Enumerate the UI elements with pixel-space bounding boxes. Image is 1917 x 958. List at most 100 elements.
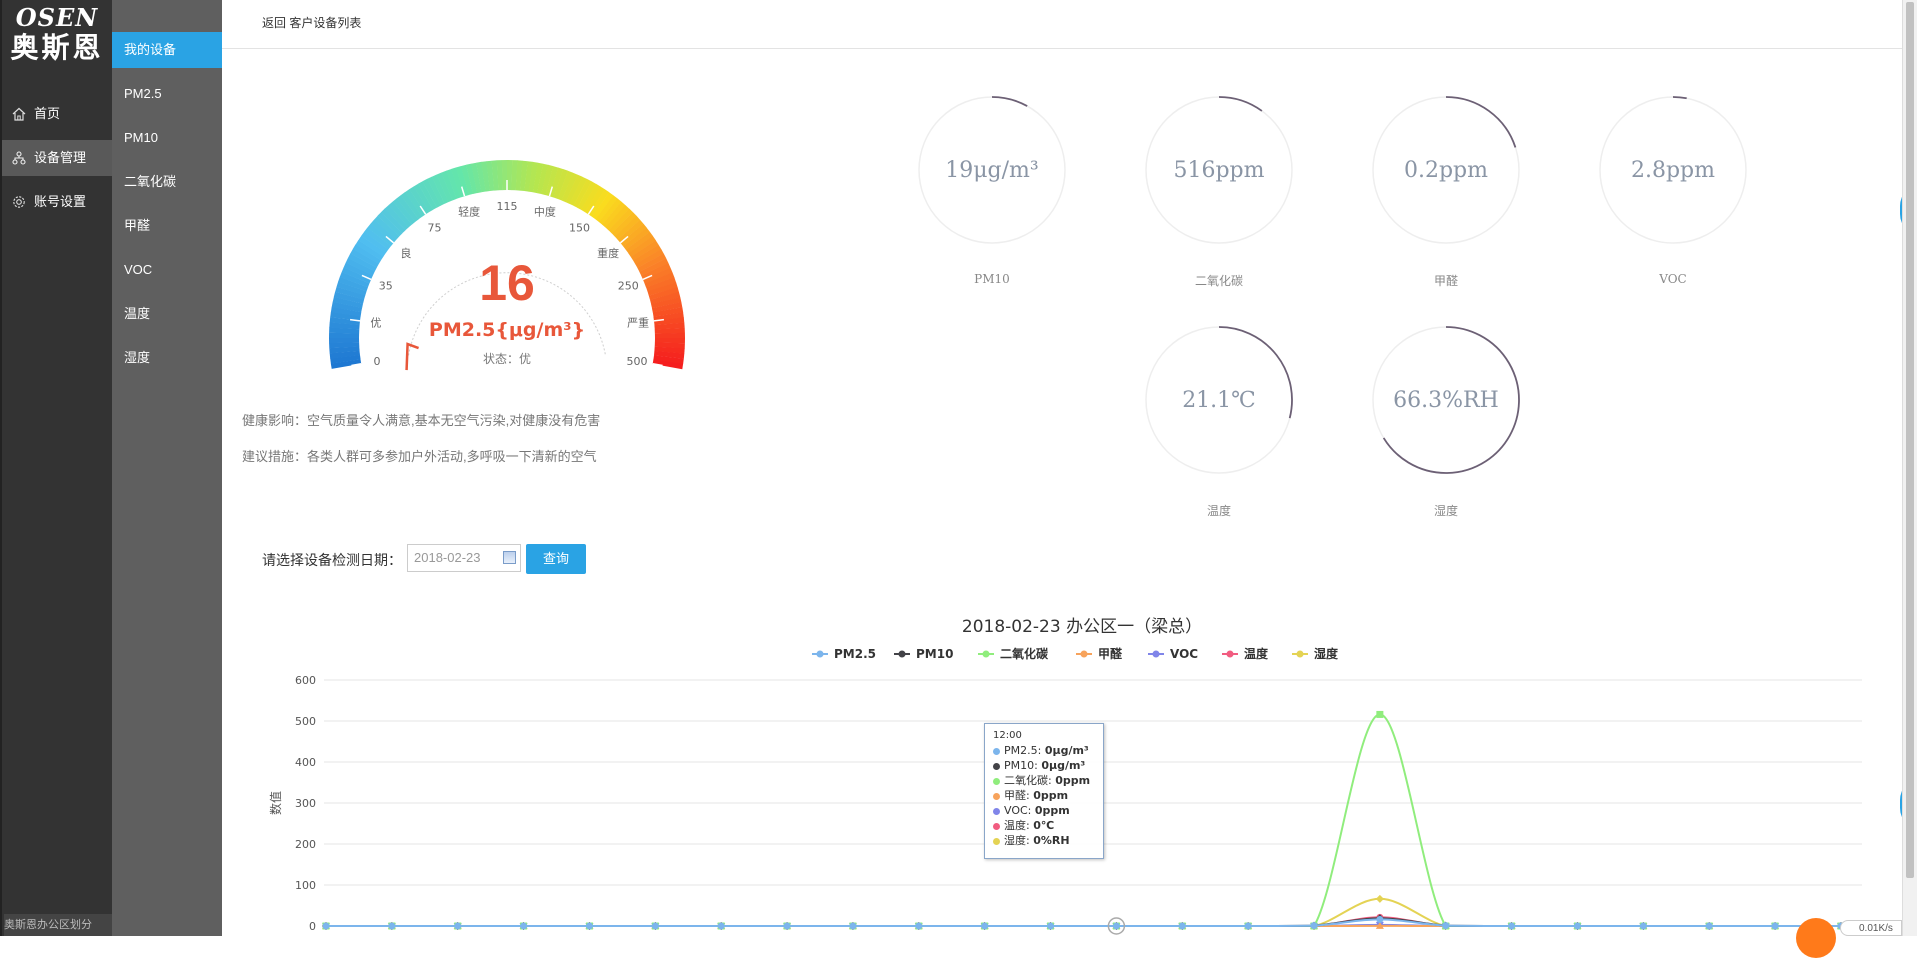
date-input[interactable]: 2018-02-23 xyxy=(407,544,521,572)
vertical-scrollbar[interactable] xyxy=(1902,0,1917,936)
legend-item[interactable]: VOC xyxy=(1148,647,1198,661)
nav-item-account-settings[interactable]: 账号设置 xyxy=(2,184,112,220)
y-tick-label: 500 xyxy=(295,715,316,728)
legend-label: PM10 xyxy=(916,647,953,661)
gear-icon xyxy=(12,195,26,209)
data-point[interactable] xyxy=(1376,916,1383,923)
network-speed-ball[interactable] xyxy=(1796,918,1836,958)
legend-item[interactable]: 湿度 xyxy=(1292,646,1339,661)
query-button[interactable]: 查询 xyxy=(526,544,586,574)
data-point[interactable] xyxy=(915,923,922,930)
subnav-item-temperature[interactable]: 温度 xyxy=(112,296,222,332)
data-point[interactable] xyxy=(718,923,725,930)
data-point[interactable] xyxy=(1772,923,1779,930)
legend-item[interactable]: PM2.5 xyxy=(812,647,876,661)
series-dot-icon xyxy=(993,838,1000,845)
data-point[interactable] xyxy=(1706,923,1713,930)
nav-label: 首页 xyxy=(34,96,60,132)
back-link[interactable]: 返回 xyxy=(262,16,286,30)
legend-marker xyxy=(1081,651,1088,658)
secondary-sidebar: 我的设备 PM2.5 PM10 二氧化碳 甲醛 VOC 温度 湿度 xyxy=(112,0,222,936)
calendar-icon[interactable] xyxy=(503,551,516,564)
legend-label: VOC xyxy=(1170,647,1198,661)
breadcrumb-current[interactable]: 客户设备列表 xyxy=(289,16,361,30)
tooltip-series-name: PM10: xyxy=(1004,759,1041,772)
tooltip-series-value: 0℃ xyxy=(1033,819,1054,832)
y-tick-label: 100 xyxy=(295,879,316,892)
gauge-tick-label: 500 xyxy=(626,355,647,368)
legend-item[interactable]: 二氧化碳 xyxy=(978,646,1049,661)
data-point[interactable] xyxy=(520,923,527,930)
ring-progress-arc xyxy=(1446,97,1515,147)
legend-item[interactable]: PM10 xyxy=(894,647,953,661)
subnav-item-humidity[interactable]: 湿度 xyxy=(112,340,222,376)
gauge-tick-label: 115 xyxy=(497,200,518,213)
ring-progress-arc xyxy=(992,97,1027,106)
date-query-label: 请选择设备检测日期： xyxy=(262,550,402,570)
data-point[interactable] xyxy=(1442,922,1449,929)
legend-label: PM2.5 xyxy=(834,647,876,661)
nav-label: 设备管理 xyxy=(34,140,86,176)
subnav-item-voc[interactable]: VOC xyxy=(112,252,222,288)
data-point[interactable] xyxy=(981,923,988,930)
data-point[interactable] xyxy=(1376,711,1383,718)
data-point[interactable] xyxy=(784,923,791,930)
chart-title: 2018-02-23 办公区一（梁总） xyxy=(962,617,1202,637)
gauge-value: 16 xyxy=(479,255,535,311)
brand-logo: OSEN 奥斯恩 xyxy=(2,0,112,78)
data-point[interactable] xyxy=(849,923,856,930)
nav-item-device-management[interactable]: 设备管理 xyxy=(2,140,112,176)
data-point[interactable] xyxy=(323,923,330,930)
legend-marker xyxy=(1297,651,1304,658)
series-dot-icon xyxy=(993,823,1000,830)
subnav-item-my-devices[interactable]: 我的设备 xyxy=(112,32,222,68)
legend-marker xyxy=(1153,651,1160,658)
scrollbar-thumb[interactable] xyxy=(1906,2,1914,878)
data-point[interactable] xyxy=(1574,923,1581,930)
legend-marker xyxy=(899,651,906,658)
gauge-level-label: 良 xyxy=(400,246,411,260)
ring-label-humidity: 湿度 xyxy=(1371,502,1521,519)
legend-marker xyxy=(1227,651,1234,658)
tooltip-series-name: 温度: xyxy=(1004,819,1033,832)
gauge-tick-label: 0 xyxy=(374,355,381,368)
gauge-unit: PM2.5{μg/m³} xyxy=(429,319,585,341)
data-point[interactable] xyxy=(1508,923,1515,930)
tooltip-series-name: 湿度: xyxy=(1004,834,1033,847)
legend-label: 甲醛 xyxy=(1098,646,1123,661)
legend-label: 温度 xyxy=(1244,646,1269,661)
data-point[interactable] xyxy=(388,923,395,930)
legend-marker xyxy=(983,651,990,658)
series-dot-icon xyxy=(993,748,1000,755)
nav-item-home[interactable]: 首页 xyxy=(2,96,112,132)
ring-value: 0.2ppm xyxy=(1404,158,1488,183)
subnav-item-pm25[interactable]: PM2.5 xyxy=(112,76,222,112)
ring-progress-arc xyxy=(1673,97,1687,98)
data-point[interactable] xyxy=(454,923,461,930)
ring-temperature: 21.1℃ xyxy=(1144,325,1294,475)
home-icon xyxy=(12,107,26,121)
tooltip-row: PM10: 0μg/m³ xyxy=(993,758,1095,773)
tooltip-row: VOC: 0ppm xyxy=(993,803,1095,818)
ring-label-formaldehyde: 甲醛 xyxy=(1371,272,1521,289)
health-advice-text: 建议措施：各类人群可多参加户外活动,多呼吸一下清新的空气 xyxy=(242,446,597,465)
legend-item[interactable]: 甲醛 xyxy=(1076,646,1123,661)
date-input-value: 2018-02-23 xyxy=(414,550,481,565)
subnav-item-formaldehyde[interactable]: 甲醛 xyxy=(112,208,222,244)
ring-formaldehyde: 0.2ppm xyxy=(1371,95,1521,245)
data-point[interactable] xyxy=(586,923,593,930)
data-point[interactable] xyxy=(1113,923,1120,930)
subnav-item-pm10[interactable]: PM10 xyxy=(112,120,222,156)
data-point[interactable] xyxy=(1376,895,1384,903)
legend-item[interactable]: 温度 xyxy=(1222,646,1269,661)
data-point[interactable] xyxy=(1179,923,1186,930)
subnav-item-co2[interactable]: 二氧化碳 xyxy=(112,164,222,200)
data-point[interactable] xyxy=(652,923,659,930)
network-speed-badge: 0.01K/s xyxy=(1840,920,1902,936)
y-tick-label: 400 xyxy=(295,756,316,769)
data-point[interactable] xyxy=(1310,922,1317,929)
data-point[interactable] xyxy=(1245,923,1252,930)
data-point[interactable] xyxy=(1047,923,1054,930)
data-point[interactable] xyxy=(1640,923,1647,930)
health-impact-text: 健康影响：空气质量令人满意,基本无空气污染,对健康没有危害 xyxy=(242,410,600,429)
